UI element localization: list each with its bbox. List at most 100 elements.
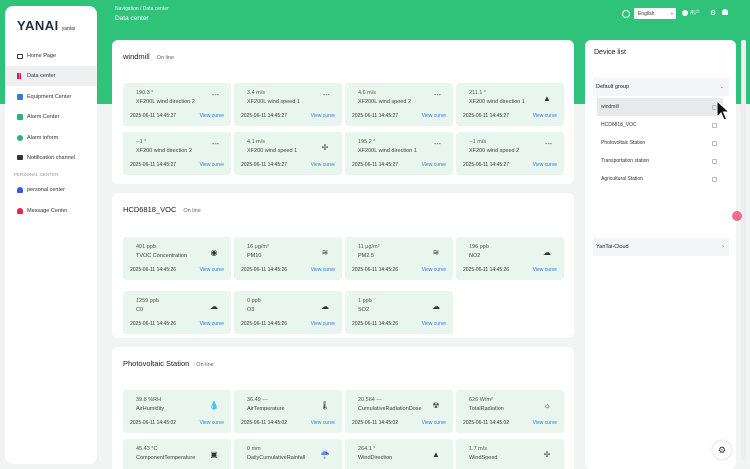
- personal-center-section-label: PERSONAL CENTER: [14, 171, 59, 177]
- notification-bell-icon[interactable]: [722, 9, 728, 15]
- view-curve-link[interactable]: View curve: [422, 267, 446, 273]
- sensor-timestamp: 2025-06-11 14:45:27: [463, 162, 510, 168]
- section-header: Photovoltaic Station On line: [123, 359, 214, 368]
- sensor-name: XF200L wind speed 2: [358, 99, 411, 105]
- device-checkbox[interactable]: [712, 140, 717, 146]
- sensor-value: 4.1 m/s: [247, 139, 266, 145]
- view-curve-link[interactable]: View curve: [200, 267, 224, 273]
- device-checkbox[interactable]: [712, 176, 717, 182]
- sidebar-item-alarm-inform[interactable]: Alarm inform: [5, 128, 97, 148]
- device-item-windmill[interactable]: windmill: [597, 98, 723, 116]
- sensor-timestamp: 2025-06-11 14:45:26: [130, 267, 177, 273]
- view-curve-link[interactable]: View curve: [200, 420, 224, 426]
- view-curve-link[interactable]: View curve: [422, 113, 446, 119]
- view-curve-link[interactable]: View curve: [311, 321, 335, 327]
- language-switcher: English ▾: [622, 8, 676, 19]
- cloud-icon: ☁: [210, 301, 218, 311]
- device-list-title: Device list: [594, 49, 626, 56]
- sidebar-item-data-center[interactable]: Data center: [5, 66, 97, 87]
- sensor-name: XF200 wind speed 1: [247, 148, 298, 154]
- no-icon-placeholder: ---: [434, 141, 441, 148]
- view-curve-link[interactable]: View curve: [422, 321, 446, 327]
- sensor-name: C0: [136, 307, 144, 313]
- language-value: English: [638, 10, 655, 17]
- device-item-hcd6818-voc[interactable]: HCD6818_VOC: [597, 116, 723, 134]
- group-yantai-cloud[interactable]: YanTai-Cloud ›: [593, 238, 729, 256]
- sensor-value: 1.7 m/s: [469, 446, 488, 452]
- sensor-timestamp: 2025-06-11 14:45:02: [352, 420, 399, 426]
- sensor-timestamp: 2025-06-11 14:45:27: [130, 162, 177, 168]
- sidebar-item-equipment[interactable]: Equipment Center: [5, 87, 97, 107]
- haze-icon: ≋: [321, 247, 329, 257]
- sidebar-item-home[interactable]: Home Page: [5, 46, 97, 66]
- device-item-label: Agricultural Station: [601, 176, 643, 182]
- settings-fab-gear-icon[interactable]: ⚙: [713, 441, 731, 459]
- alarm-inform-icon: [17, 134, 23, 141]
- device-item-photovoltaic[interactable]: Photovoltaic Station: [597, 134, 723, 152]
- view-curve-link[interactable]: View curve: [422, 162, 446, 168]
- sensor-name: SO2: [358, 307, 370, 313]
- sidebar-item-alarm-center[interactable]: Alarm Center: [5, 107, 97, 127]
- view-curve-link[interactable]: View curve: [311, 420, 335, 426]
- sensor-card: 1 ppb SO2 ☁ 2025-06-11 14:45:26 View curve: [345, 291, 453, 334]
- view-curve-link[interactable]: View curve: [533, 162, 557, 168]
- sensor-timestamp: 2025-06-11 14:45:27: [241, 113, 288, 119]
- sensor-card: 264.1 ° WindDirection ▲: [345, 439, 453, 469]
- language-select[interactable]: English ▾: [634, 8, 676, 19]
- no-icon-placeholder: ---: [434, 92, 441, 99]
- no-icon-placeholder: ---: [323, 92, 330, 99]
- view-curve-link[interactable]: View curve: [200, 162, 224, 168]
- page-scrollbar[interactable]: [741, 40, 746, 460]
- sidebar-item-notification[interactable]: Notification channel: [5, 148, 97, 168]
- monitor-icon: [17, 53, 23, 59]
- view-curve-link[interactable]: View curve: [311, 267, 335, 273]
- chevron-right-icon: ›: [722, 244, 724, 250]
- sensor-name: XF200 wind direction 1: [469, 99, 525, 105]
- sensor-name: ComponentTemperature: [136, 455, 196, 461]
- sensor-timestamp: 2025-06-11 14:45:27: [241, 162, 288, 168]
- no-icon-placeholder: ---: [212, 141, 219, 148]
- sensor-timestamp: 2025-06-11 14:45:27: [130, 113, 177, 119]
- view-curve-link[interactable]: View curve: [200, 321, 224, 327]
- sidebar-item-message[interactable]: Message Center: [5, 201, 97, 221]
- device-checkbox[interactable]: [712, 122, 717, 128]
- sensor-card: 401 ppb TVOC Concentration ◉ 2025-06-11 14:…: [123, 237, 231, 280]
- sensor-card: 36.49 --- AirTemperature 🌡 2025-06-11 14:45…: [234, 390, 342, 433]
- view-curve-link[interactable]: View curve: [533, 420, 557, 426]
- floating-badge-icon[interactable]: [732, 211, 742, 221]
- sensor-value: 45.43 °C: [136, 446, 158, 452]
- view-curve-link[interactable]: View curve: [533, 267, 557, 273]
- device-checkbox[interactable]: [712, 158, 717, 164]
- sensor-card: 195.2 ° XF200L wind direction 1 --- 2025-06…: [345, 132, 453, 175]
- sensor-timestamp: 2025-06-11 14:45:27: [352, 113, 399, 119]
- sensor-value: --1 m/s: [469, 139, 487, 145]
- sensor-value: 36.49 ---: [247, 397, 268, 403]
- cloud-icon: ☁: [543, 247, 551, 257]
- sidebar-item-label: Home Page: [27, 53, 57, 59]
- sensor-name: AirTemperature: [247, 406, 285, 412]
- sensor-card: 16 μg/m³ PM10 ≋ 2025-06-11 14:45:26 View cur…: [234, 237, 342, 280]
- sensor-timestamp: 2025-06-11 14:45:26: [130, 321, 177, 327]
- view-curve-link[interactable]: View curve: [533, 113, 557, 119]
- view-curve-link[interactable]: View curve: [311, 113, 335, 119]
- sensor-card: 190.3 ° XF200L wind direction 2 --- 2025-06…: [123, 83, 231, 126]
- user-name: 用户: [690, 10, 701, 16]
- status-badge: On line: [156, 55, 175, 61]
- view-curve-link[interactable]: View curve: [422, 420, 446, 426]
- sensor-name: XF200 wind speed 2: [469, 148, 520, 154]
- view-curve-link[interactable]: View curve: [311, 162, 335, 168]
- user-menu[interactable]: 用户: [682, 9, 700, 16]
- view-curve-link[interactable]: View curve: [200, 113, 224, 119]
- group-default[interactable]: Default group ⌄: [593, 78, 729, 96]
- settings-gear-icon[interactable]: ⚙: [710, 9, 716, 17]
- fan-icon: ✢: [321, 142, 329, 152]
- sensor-value: 190.3 °: [136, 90, 154, 96]
- device-item-transportation[interactable]: Transportation station: [597, 152, 723, 170]
- sensor-name: AirHumidity: [136, 406, 165, 412]
- sensor-timestamp: 2025-06-11 14:45:27: [463, 113, 510, 119]
- sidebar-item-personal[interactable]: personal center: [5, 180, 97, 200]
- device-item-agricultural[interactable]: Agricultural Station: [597, 170, 723, 188]
- sensor-card: 39.8 %RH AirHumidity 💧 2025-06-11 14:45:02 V…: [123, 390, 231, 433]
- sensor-card: 1259 ppb C0 ☁ 2025-06-11 14:45:26 View curve: [123, 291, 231, 334]
- breadcrumb[interactable]: Navigation / Data center: [115, 6, 169, 12]
